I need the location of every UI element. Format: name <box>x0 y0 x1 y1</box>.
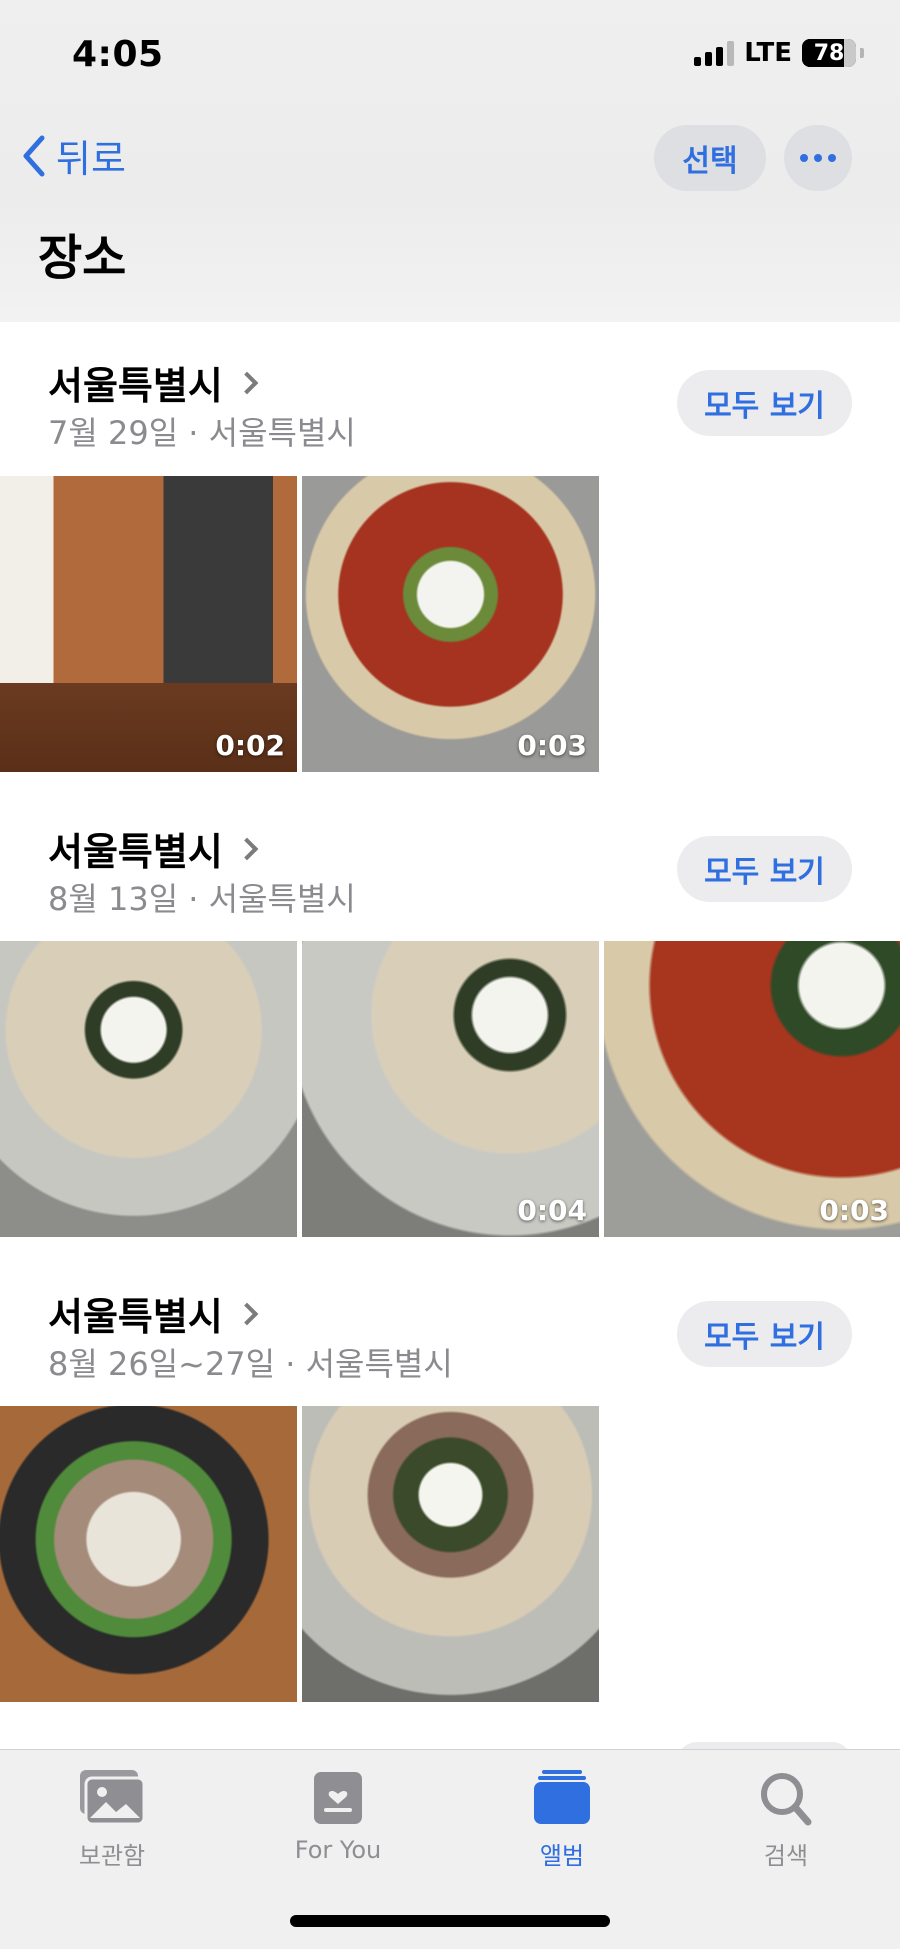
section-title: 서울특별시 <box>48 830 223 874</box>
photo-thumbnail[interactable]: 0:03 <box>604 941 900 1237</box>
tab-albums[interactable]: 앨범 <box>482 1768 642 1871</box>
video-duration: 0:02 <box>215 729 285 762</box>
section-title-button[interactable]: 서울특별시 <box>48 821 259 876</box>
place-section: 서울특별시 8월 13일 · 서울특별시 모두 보기 0:04 0:03 <box>0 788 900 1238</box>
ellipsis-icon <box>800 154 836 162</box>
battery-nub <box>860 48 864 58</box>
photo-thumbnail[interactable]: 0:02 <box>0 476 297 772</box>
section-title: 서울특별시 <box>48 1295 223 1339</box>
video-duration: 0:03 <box>819 1194 889 1227</box>
network-label: LTE <box>744 38 792 68</box>
signal-icon <box>694 40 735 66</box>
status-icons: LTE 78 <box>694 38 864 68</box>
see-all-button[interactable]: 모두 보기 <box>677 1301 852 1367</box>
place-section: 서울특별시 7월 29일 · 서울특별시 모두 보기 0:02 0:03 <box>0 322 900 772</box>
tab-label: 보관함 <box>78 1842 146 1870</box>
tab-label: For You <box>294 1836 382 1864</box>
section-subtitle: 8월 26일~27일 · 서울특별시 <box>48 1345 453 1383</box>
battery-level: 78 <box>813 40 845 66</box>
search-icon <box>761 1773 812 1826</box>
chevron-left-icon <box>23 135 45 176</box>
page-title: 장소 <box>38 230 127 286</box>
place-section: 서울특별시 8월 26일~27일 · 서울특별시 모두 보기 <box>0 1253 900 1703</box>
section-title-button[interactable]: 서울특별시 <box>48 355 259 410</box>
photo-thumbnail[interactable]: 0:04 <box>302 941 599 1237</box>
select-button[interactable]: 선택 <box>654 125 766 191</box>
section-subtitle: 8월 13일 · 서울특별시 <box>48 880 356 918</box>
status-time: 4:05 <box>72 34 164 75</box>
photo-thumbnail[interactable] <box>0 941 297 1237</box>
photo-library-icon <box>80 1770 146 1826</box>
back-label: 뒤로 <box>56 137 126 181</box>
home-indicator[interactable] <box>290 1915 610 1927</box>
chevron-right-icon <box>235 837 259 860</box>
battery-icon: 78 <box>802 39 856 67</box>
more-button[interactable] <box>784 125 852 191</box>
back-button[interactable]: 뒤로 <box>20 128 126 183</box>
photo-thumbnail[interactable]: 0:03 <box>302 476 599 772</box>
albums-icon <box>534 1770 590 1824</box>
tab-label: 검색 <box>763 1842 809 1870</box>
video-duration: 0:04 <box>517 1194 587 1227</box>
tab-for-you[interactable]: For You <box>258 1768 418 1864</box>
tab-library[interactable]: 보관함 <box>32 1768 192 1871</box>
chevron-right-icon <box>235 1302 259 1325</box>
for-you-icon <box>314 1772 362 1824</box>
chevron-right-icon <box>235 371 259 394</box>
video-duration: 0:03 <box>517 729 587 762</box>
section-title: 서울특별시 <box>48 364 223 408</box>
section-title-button[interactable]: 서울특별시 <box>48 1286 259 1341</box>
photo-thumbnail[interactable] <box>0 1406 297 1702</box>
tab-label: 앨범 <box>539 1842 585 1870</box>
see-all-button[interactable]: 모두 보기 <box>677 836 852 902</box>
section-subtitle: 7월 29일 · 서울특별시 <box>48 414 356 452</box>
see-all-button[interactable]: 모두 보기 <box>677 370 852 436</box>
photo-thumbnail[interactable] <box>302 1406 599 1702</box>
header: 4:05 LTE 78 뒤로 선택 장소 <box>0 0 900 322</box>
tab-search[interactable]: 검색 <box>706 1768 866 1871</box>
